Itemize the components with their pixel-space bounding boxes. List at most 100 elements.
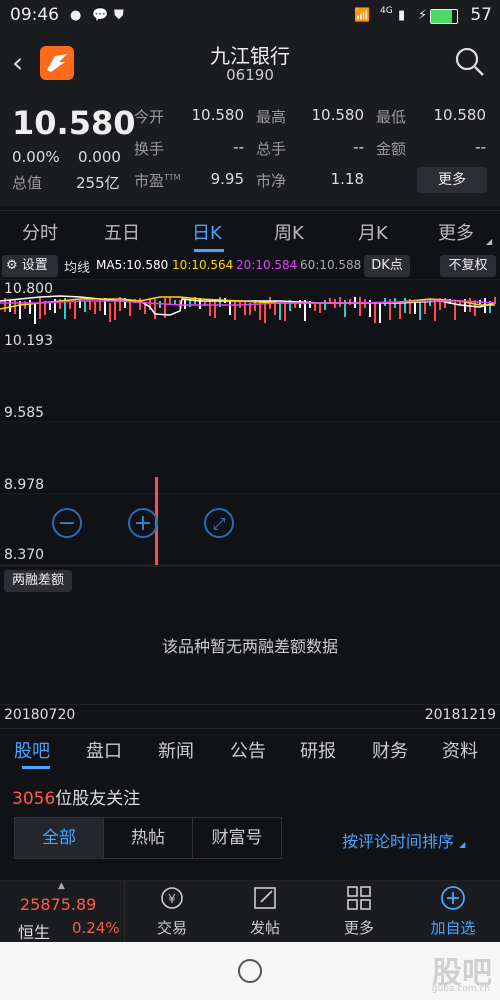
tab-finance[interactable]: 财务 [372,737,408,763]
status-bar: 09:46 ● 💬 ⛊ 📶 4G ▮ ⚡ 57 [0,0,500,32]
candle-bar [284,301,286,321]
bottom-bar: ▲ 25875.89 恒生 0.24% ¥ 交易 发帖 更多 加自选 [0,880,500,943]
pb-label: 市净 [256,172,287,190]
watermark-url: guba.com.cn [431,984,490,994]
candle-bar [234,300,236,320]
pe-label: 市盈TTM [134,172,181,190]
tab-five-day[interactable]: 五日 [104,219,140,245]
active-tab-indicator [194,249,224,252]
filter-hot[interactable]: 热帖 [104,818,192,858]
post-filter: 全部 热帖 财富号 [14,817,282,859]
y-tick-3: 8.978 [4,477,45,493]
margin-empty-text: 该品种暂无两融差额数据 [161,637,338,656]
gear-icon: ⚙ [6,258,18,273]
tab-more[interactable]: 更多 [438,219,474,245]
candle-bar [29,300,31,314]
dropdown-triangle-icon: ◢ [486,237,493,246]
edit-icon [254,887,276,909]
sort-triangle-icon: ◢ [459,840,466,849]
candle-bar [34,303,36,324]
more-quote-button[interactable]: 更多 [417,167,487,193]
candle-bar [374,303,376,323]
shield-icon: ⛊ [114,8,124,23]
candle-bar [74,301,76,319]
content-tabs: 股吧 盘口 新闻 公告 研报 财务 资料 [0,728,500,771]
tab-research[interactable]: 研报 [300,737,336,763]
date-start: 20180720 [4,707,76,723]
wifi-icon: 📶 [354,8,371,23]
y-tick-2: 9.585 [4,405,45,421]
candle-bar [429,299,431,306]
candle-bar [214,301,216,318]
ma60-value: 60:10.588 [300,258,362,272]
turnover-label: 换手 [134,140,165,158]
candle-bar [279,302,281,320]
active-subtab-indicator [22,766,50,769]
no-adjust-button[interactable]: 不复权 [440,255,496,277]
nav-more[interactable]: 更多 [324,885,394,938]
market-cap-value: 255亿 [76,174,120,192]
ma-legend-row: ⚙ 设置 均线 MA5:10.580 10:10.564 20:10.584 6… [0,253,500,279]
amount-value: -- [475,138,486,156]
followers-number: 3056 [12,789,56,809]
dk-point-button[interactable]: DK点 [364,255,410,277]
volume-value: -- [353,138,364,156]
pe-value: 9.95 [210,170,244,188]
candle-bar [109,303,111,322]
candle-bar [49,303,51,310]
volume-label: 总手 [256,140,287,158]
candle-bar [94,302,96,314]
candle-bar [229,300,231,315]
chart-settings-button[interactable]: ⚙ 设置 [2,255,58,277]
zoom-out-button[interactable]: − [52,508,82,538]
change-percent: 0.00% [12,148,60,166]
nav-trade[interactable]: ¥ 交易 [137,885,207,938]
stock-name: 九江银行 [210,44,290,68]
candle-bar [404,298,406,313]
candle-bar [244,302,246,315]
tab-profile[interactable]: 资料 [442,737,478,763]
hsi-value[interactable]: 25875.89 [20,895,96,914]
sort-by-comment-time[interactable]: 按评论时间排序 ◢ [342,828,465,852]
charging-icon: ⚡ [418,8,428,23]
signal-icon: ▮ [398,8,406,23]
candle-bar [349,299,351,305]
ma20-value: 20:10.584 [236,258,298,272]
tab-news[interactable]: 新闻 [158,737,194,763]
margin-diff-button[interactable]: 两融差额 [4,570,72,592]
candle-bar [139,298,141,310]
quote-panel: 10.580 0.00% 0.000 总值 255亿 今开 10.580 最高 … [0,94,500,206]
tab-announcements[interactable]: 公告 [230,737,266,763]
ma-label: 均线 [64,261,91,276]
kline-chart[interactable]: 10.800 10.193 9.585 8.978 8.370 − + ⤢ [0,279,500,566]
nav-post[interactable]: 发帖 [230,885,300,938]
period-tabs: 分时 五日 日K 周K 月K 更多 ◢ [0,210,500,253]
expand-icon[interactable]: ⤢ [204,508,234,538]
tab-daily-k[interactable]: 日K [192,219,222,245]
y-tick-1: 10.193 [4,333,53,349]
nav-add-watchlist-label: 加自选 [430,919,476,937]
filter-fortune[interactable]: 财富号 [193,818,281,858]
candle-bar [339,297,341,307]
open-label: 今开 [134,108,165,126]
sort-label: 按评论时间排序 [342,832,455,851]
search-icon[interactable] [454,46,486,78]
home-button-icon[interactable] [238,959,262,983]
followers-count: 3056位股友关注 [12,784,140,809]
index-up-arrow-icon: ▲ [58,881,65,891]
nav-post-label: 发帖 [249,919,280,937]
nav-more-label: 更多 [343,919,374,937]
candle-bar [84,301,86,312]
nav-add-watchlist[interactable]: 加自选 [418,885,488,938]
tab-guba[interactable]: 股吧 [14,737,50,763]
hsi-change[interactable]: 0.24% [72,919,120,937]
tab-intraday[interactable]: 分时 [22,219,58,245]
tab-order-book[interactable]: 盘口 [86,737,122,763]
tab-monthly-k[interactable]: 月K [358,219,388,245]
filter-all[interactable]: 全部 [15,818,103,858]
tab-weekly-k[interactable]: 周K [274,219,304,245]
notification-icon: ● [70,8,82,23]
zoom-in-button[interactable]: + [128,508,158,538]
grid-icon [347,886,371,910]
hsi-name[interactable]: 恒生 [18,919,50,943]
